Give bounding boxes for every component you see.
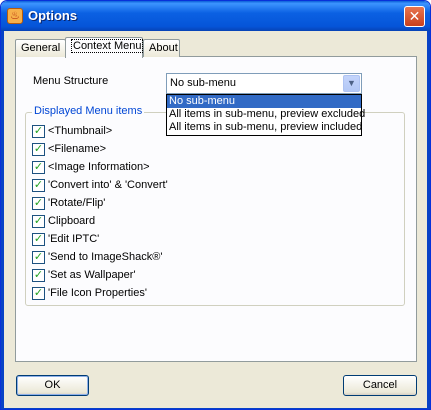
- checkbox-label: <Image Information>: [48, 161, 150, 173]
- dropdown-option-no-submenu[interactable]: No sub-menu: [167, 95, 361, 108]
- tab-general-label: General: [21, 42, 61, 54]
- checkmark-icon[interactable]: ✓: [32, 197, 45, 210]
- close-icon: ✕: [408, 8, 421, 24]
- checkmark-icon[interactable]: ✓: [32, 233, 45, 246]
- ok-button[interactable]: OK: [16, 375, 89, 396]
- tab-about-label: About: [149, 42, 178, 54]
- checkmark-icon[interactable]: ✓: [32, 215, 45, 228]
- menu-structure-label: Menu Structure: [33, 75, 109, 87]
- tab-general[interactable]: General: [15, 39, 66, 57]
- dropdown-option-preview-included[interactable]: All items in sub-menu, preview included: [167, 121, 362, 134]
- checkbox-label: 'Rotate/Flip': [48, 197, 106, 209]
- window-title: Options: [28, 8, 78, 23]
- checkbox-label: 'Send to ImageShack®': [48, 251, 163, 263]
- checkbox-label: 'File Icon Properties': [48, 287, 147, 299]
- options-dialog: ♨ Options ✕ General Context Menu About M…: [0, 0, 431, 410]
- checkmark-icon[interactable]: ✓: [32, 179, 45, 192]
- tab-about[interactable]: About: [143, 39, 180, 57]
- close-button[interactable]: ✕: [404, 6, 425, 27]
- checkbox-label: <Thumbnail>: [48, 125, 113, 137]
- checkbox-label: Clipboard: [48, 215, 96, 227]
- group-title: Displayed Menu items: [32, 105, 145, 117]
- cancel-button[interactable]: Cancel: [343, 375, 417, 396]
- checkmark-icon[interactable]: ✓: [32, 161, 45, 174]
- menu-structure-dropdown-list: No sub-menu All items in sub-menu, previ…: [166, 94, 365, 136]
- checkbox-label: <Filename>: [48, 143, 107, 155]
- checkbox-label: 'Edit IPTC': [48, 233, 100, 245]
- title-bar[interactable]: ♨ Options ✕: [1, 1, 430, 31]
- checkmark-icon[interactable]: ✓: [32, 287, 45, 300]
- tab-context-menu[interactable]: Context Menu: [65, 37, 144, 58]
- tab-context-menu-label: Context Menu: [71, 39, 144, 53]
- checkmark-icon[interactable]: ✓: [32, 125, 45, 138]
- chevron-down-icon: ▼: [347, 78, 356, 88]
- checkmark-icon[interactable]: ✓: [32, 269, 45, 282]
- app-icon: ♨: [7, 8, 23, 24]
- checkmark-icon[interactable]: ✓: [32, 251, 45, 264]
- checkbox-label: 'Convert into' & 'Convert': [48, 179, 168, 191]
- checkmark-icon[interactable]: ✓: [32, 143, 45, 156]
- dropdown-button[interactable]: ▼: [343, 75, 360, 92]
- checkbox-label: 'Set as Wallpaper': [48, 269, 136, 281]
- dropdown-option-preview-excluded[interactable]: All items in sub-menu, preview excluded: [167, 108, 365, 121]
- menu-structure-select[interactable]: No sub-menu ▼: [166, 73, 362, 94]
- select-value: No sub-menu: [170, 77, 237, 89]
